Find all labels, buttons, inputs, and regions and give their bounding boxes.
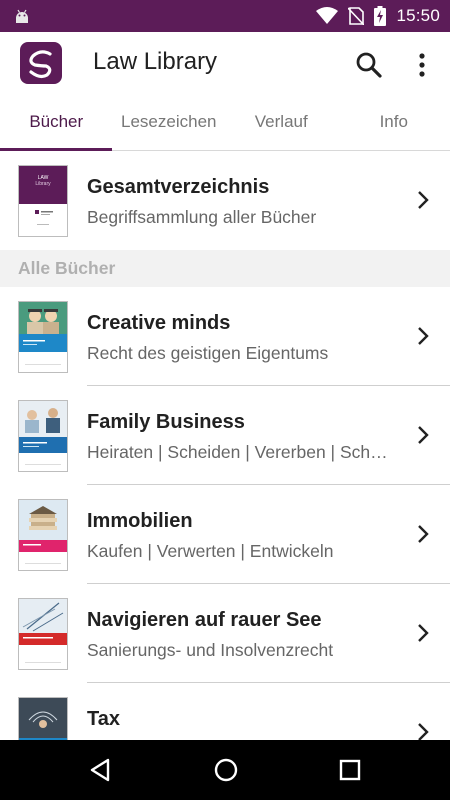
item-title: Family Business xyxy=(87,411,245,433)
list-item-tax[interactable]: Tax xyxy=(0,683,450,740)
list-item-creative-minds[interactable]: Creative minds Recht des geistigen Eigen… xyxy=(0,287,450,386)
book-list: LAW Library Gesamtverzeichnis Begriffsam… xyxy=(0,151,450,740)
chevron-right-icon xyxy=(418,426,429,444)
item-subtitle: Kaufen | Verwerten | Entwickeln xyxy=(87,541,334,561)
book-cover-gesamtverzeichnis: LAW Library xyxy=(18,165,68,237)
book-cover-creative-minds xyxy=(18,301,68,373)
home-icon[interactable] xyxy=(213,757,239,783)
item-title: Immobilien xyxy=(87,510,193,532)
tab-verlauf[interactable]: Verlauf xyxy=(225,94,338,150)
tab-lesezeichen[interactable]: Lesezeichen xyxy=(113,94,226,150)
system-nav-bar xyxy=(0,740,450,800)
no-sim-icon xyxy=(348,7,365,25)
book-cover-navigieren xyxy=(18,598,68,670)
tab-buecher[interactable]: Bücher xyxy=(0,94,113,151)
item-subtitle: Recht des geistigen Eigentums xyxy=(87,343,329,363)
book-cover-family-business xyxy=(18,400,68,472)
tab-info[interactable]: Info xyxy=(338,94,450,150)
item-title: Navigieren auf rauer See xyxy=(87,609,322,631)
item-subtitle: Heiraten | Scheiden | Vererben | Sch… xyxy=(87,442,388,462)
back-icon[interactable] xyxy=(88,757,112,783)
status-bar: 15:50 xyxy=(0,0,450,32)
book-cover-immobilien xyxy=(18,499,68,571)
tab-bar: Bücher Lesezeichen Verlauf Info xyxy=(0,94,450,151)
app-bar: Law Library xyxy=(0,32,450,94)
chevron-right-icon xyxy=(418,723,429,740)
wifi-icon xyxy=(316,7,339,24)
battery-charging-icon xyxy=(374,6,387,26)
item-subtitle: Sanierungs- und Insolvenzrecht xyxy=(87,640,334,660)
list-item-family-business[interactable]: Family Business Heiraten | Scheiden | Ve… xyxy=(0,386,450,485)
list-item-navigieren-auf-rauer-see[interactable]: Navigieren auf rauer See Sanierungs- und… xyxy=(0,584,450,683)
item-title: Gesamtverzeichnis xyxy=(87,176,270,198)
item-title: Creative minds xyxy=(87,312,231,334)
android-icon xyxy=(16,9,28,23)
search-icon[interactable] xyxy=(354,50,384,80)
more-vert-icon[interactable] xyxy=(410,50,434,80)
book-cover-tax xyxy=(18,697,68,740)
library-logo-icon[interactable] xyxy=(20,42,62,84)
chevron-right-icon xyxy=(418,327,429,345)
chevron-right-icon xyxy=(418,191,429,209)
chevron-right-icon xyxy=(418,624,429,642)
list-item-gesamtverzeichnis[interactable]: LAW Library Gesamtverzeichnis Begriffsam… xyxy=(0,151,450,250)
list-item-immobilien[interactable]: Immobilien Kaufen | Verwerten | Entwicke… xyxy=(0,485,450,584)
item-title: Tax xyxy=(87,708,120,730)
app-title: Law Library xyxy=(93,48,218,75)
status-time: 15:50 xyxy=(396,6,440,25)
item-subtitle: Begriffsammlung aller Bücher xyxy=(87,207,317,227)
cover-line-library: Library xyxy=(35,181,51,187)
section-header-alle-buecher: Alle Bücher xyxy=(0,250,450,287)
recents-icon[interactable] xyxy=(339,759,361,781)
chevron-right-icon xyxy=(418,525,429,543)
